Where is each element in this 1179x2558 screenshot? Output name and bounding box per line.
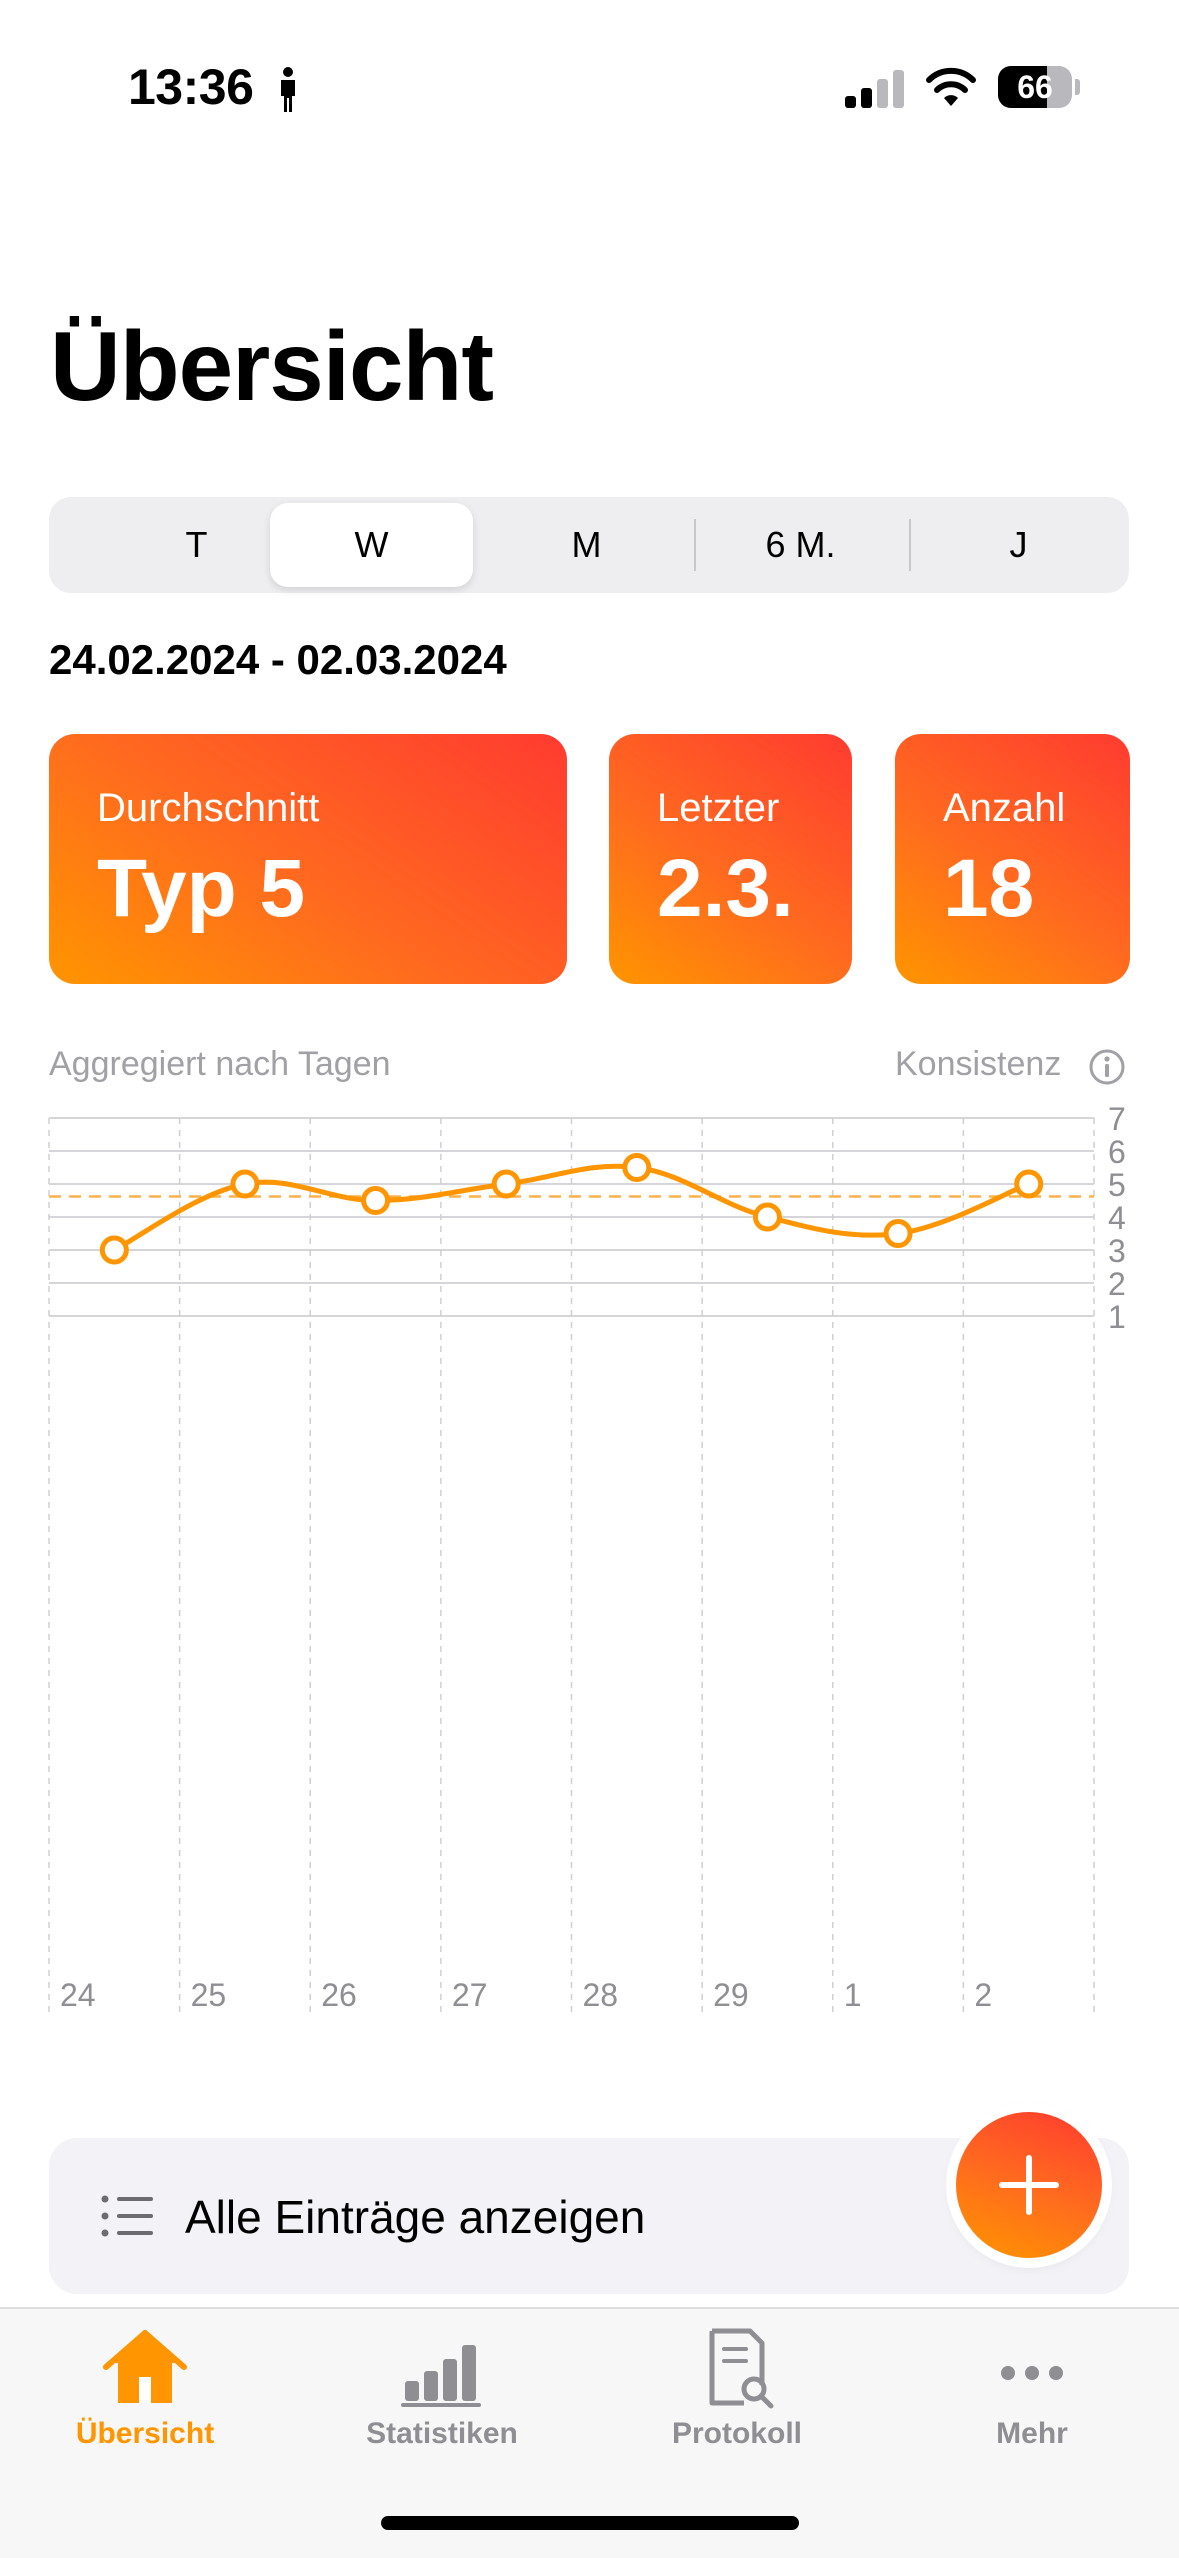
plus-icon [999, 2155, 1059, 2215]
tab-overview-label: Übersicht [75, 2417, 215, 2450]
x-tick-label: 26 [321, 1977, 357, 2013]
count-label: Anzahl [943, 786, 1066, 830]
last-value: 2.3. [657, 843, 794, 934]
count-value: 18 [943, 843, 1035, 934]
battery-level: 66 [1017, 69, 1053, 105]
chart-subtitle: Aggregiert nach Tagen [49, 1045, 391, 1083]
cellular-signal-icon [845, 70, 904, 108]
y-tick-label: 3 [1108, 1233, 1126, 1269]
data-point [752, 1202, 782, 1232]
last-label: Letzter [657, 786, 780, 830]
segment-month[interactable]: M [485, 503, 688, 587]
wifi-icon [926, 67, 976, 106]
y-tick-label: 6 [1108, 1134, 1126, 1170]
x-tick-label: 25 [191, 1977, 227, 2013]
y-tick-label: 4 [1108, 1200, 1126, 1236]
x-tick-label: 29 [713, 1977, 749, 2013]
y-tick-label: 2 [1108, 1266, 1126, 1302]
date-range: 24.02.2024 - 02.03.2024 [49, 636, 507, 683]
data-point [361, 1186, 391, 1215]
segment-year[interactable]: J [917, 503, 1120, 587]
x-tick-label: 2 [974, 1977, 992, 2013]
average-value: Typ 5 [97, 843, 306, 934]
x-tick-label: 28 [583, 1977, 619, 2013]
period-segmented-control: T W M 6 M. J [49, 497, 1129, 593]
data-point [491, 1169, 521, 1199]
document-search-icon [709, 2328, 774, 2409]
y-tick-label: 7 [1108, 1101, 1126, 1137]
data-point [99, 1235, 129, 1265]
segment-six-months[interactable]: 6 M. [699, 503, 902, 587]
battery-indicator: 66 [998, 66, 1080, 108]
data-point [622, 1153, 652, 1182]
data-point [1014, 1169, 1044, 1199]
status-time: 13:36 [128, 59, 254, 115]
tab-more[interactable]: Mehr [912, 2327, 1152, 2451]
average-label: Durchschnitt [97, 786, 320, 830]
x-tick-label: 24 [60, 1977, 96, 2013]
consistency-line-chart: 123456724 25 26 27 28 29 1 2 [48, 1101, 1126, 2013]
page-title: Übersicht [50, 311, 494, 421]
x-tick-label: 1 [844, 1977, 862, 2013]
bar-chart-icon [401, 2345, 481, 2407]
list-icon [101, 2195, 153, 2237]
more-icon [1001, 2366, 1063, 2380]
tab-statistics[interactable]: Statistiken [322, 2327, 562, 2451]
consistency-label[interactable]: Konsistenz [895, 1045, 1061, 1084]
show-all-entries-label: Alle Einträge anzeigen [185, 2191, 646, 2243]
tab-overview[interactable]: Übersicht [25, 2327, 265, 2451]
tab-protocol-label: Protokoll [671, 2417, 802, 2450]
add-entry-button[interactable] [956, 2112, 1102, 2258]
home-icon [103, 2330, 187, 2403]
tab-statistics-label: Statistiken [366, 2417, 518, 2450]
data-point [883, 1219, 913, 1248]
count-card[interactable]: Anzahl 18 [895, 734, 1130, 984]
tab-more-label: Mehr [996, 2417, 1068, 2450]
data-point [230, 1169, 260, 1199]
info-icon[interactable] [1088, 1048, 1126, 1086]
tab-protocol[interactable]: Protokoll [617, 2327, 857, 2451]
person-icon [281, 67, 295, 112]
y-tick-label: 5 [1108, 1167, 1126, 1203]
x-tick-label: 27 [452, 1977, 488, 2013]
y-tick-label: 1 [1108, 1299, 1126, 1335]
home-indicator [381, 2516, 799, 2530]
segment-day[interactable]: T [95, 503, 298, 587]
segment-week[interactable]: W [270, 503, 473, 587]
last-card[interactable]: Letzter 2.3. [609, 734, 852, 984]
average-card[interactable]: Durchschnitt Typ 5 [49, 734, 567, 984]
